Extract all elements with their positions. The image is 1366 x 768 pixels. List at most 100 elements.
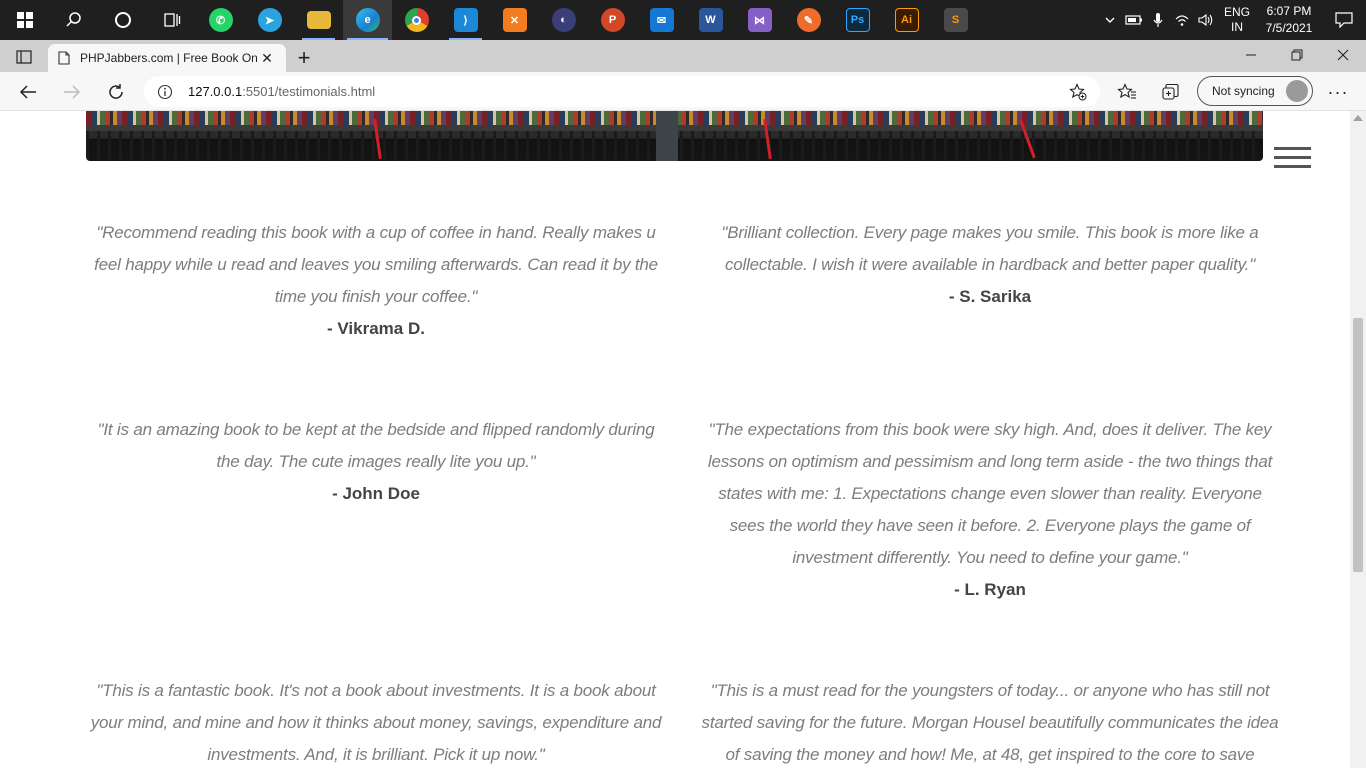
taskbar-postman[interactable]: ✎ (784, 0, 833, 40)
taskbar-whatsapp[interactable]: ✆ (196, 0, 245, 40)
hero-bookshelf-image (86, 111, 1263, 161)
add-favorite-icon[interactable] (1066, 80, 1090, 104)
close-window-button[interactable] (1320, 40, 1366, 70)
page-icon (58, 51, 70, 65)
taskbar-photoshop[interactable]: Ps (833, 0, 882, 40)
battery-icon[interactable] (1122, 0, 1146, 40)
tab-title: PHPJabbers.com | Free Book Online (80, 51, 258, 65)
taskbar-chrome[interactable] (392, 0, 441, 40)
testimonial-card: "This is a fantastic book. It's not a bo… (86, 675, 666, 768)
taskbar-eclipse[interactable]: ◐ (539, 0, 588, 40)
task-view-button[interactable] (147, 0, 196, 40)
refresh-icon (109, 84, 123, 99)
sublime-icon: S (943, 8, 968, 32)
tab-testimonials[interactable]: PHPJabbers.com | Free Book Online ✕ (48, 44, 286, 72)
minimize-button[interactable] (1228, 40, 1274, 70)
taskbar-file-explorer[interactable] (294, 0, 343, 40)
back-arrow-icon (19, 85, 36, 99)
taskbar-clock[interactable]: 6:07 PM 7/5/2021 (1256, 3, 1322, 37)
testimonial-quote: "This is a must read for the youngsters … (701, 681, 1279, 764)
testimonial-quote: "The expectations from this book were sk… (707, 420, 1273, 567)
photoshop-icon: Ps (845, 8, 870, 32)
input-language[interactable]: ENG IN (1218, 5, 1256, 35)
action-center-button[interactable] (1322, 0, 1366, 40)
collections-icon (1162, 83, 1179, 100)
taskbar-powerpoint[interactable]: P (588, 0, 637, 40)
testimonial-card: "This is a must read for the youngsters … (700, 675, 1280, 768)
avatar (1286, 80, 1308, 102)
taskbar-sublime[interactable]: S (931, 0, 980, 40)
settings-more-button[interactable]: ··· (1322, 76, 1354, 108)
taskbar-telegram[interactable]: ➤ (245, 0, 294, 40)
testimonial-card: "The expectations from this book were sk… (700, 414, 1280, 606)
visual-studio-icon: ⋈ (747, 8, 772, 32)
mail-icon: ✉ (649, 8, 674, 32)
browser-toolbar: 127.0.0.1:5501/testimonials.html Not syn… (0, 72, 1366, 111)
testimonial-author: - L. Ryan (954, 580, 1026, 599)
whatsapp-icon: ✆ (208, 8, 233, 32)
language-code: ENG (1223, 5, 1250, 19)
taskbar-visual-studio[interactable]: ⋈ (735, 0, 784, 40)
taskbar-vscode[interactable]: ⟩ (441, 0, 490, 40)
taskbar-word[interactable]: W (686, 0, 735, 40)
new-tab-button[interactable]: + (290, 44, 318, 72)
cortana-button[interactable] (98, 0, 147, 40)
taskbar-xampp[interactable]: ✕ (490, 0, 539, 40)
wifi-icon[interactable] (1170, 0, 1194, 40)
taskbar-edge[interactable]: e (343, 0, 392, 40)
close-icon (1337, 49, 1349, 61)
refresh-button[interactable] (100, 76, 132, 108)
powerpoint-icon: P (600, 8, 625, 32)
microphone-icon[interactable] (1146, 0, 1170, 40)
search-button[interactable] (49, 0, 98, 40)
clock-date: 7/5/2021 (1265, 21, 1313, 35)
testimonial-quote: "Brilliant collection. Every page makes … (721, 223, 1259, 274)
testimonial-author: - Vikrama D. (327, 319, 425, 338)
postman-icon: ✎ (796, 8, 821, 32)
search-icon (65, 12, 81, 27)
telegram-icon: ➤ (257, 8, 282, 32)
sync-status-label: Not syncing (1212, 84, 1275, 98)
address-url: 127.0.0.1:5501/testimonials.html (188, 84, 375, 99)
task-view-icon (163, 13, 180, 27)
browser-tab-strip: PHPJabbers.com | Free Book Online ✕ + (0, 40, 1366, 72)
url-host: 127.0.0.1 (188, 84, 243, 99)
testimonial-quote: "Recommend reading this book with a cup … (94, 223, 658, 306)
hero-shelf-post (656, 111, 678, 161)
taskbar-mail[interactable]: ✉ (637, 0, 686, 40)
volume-icon[interactable] (1194, 0, 1218, 40)
url-path: :5501/testimonials.html (242, 84, 376, 99)
windows-taskbar: ✆ ➤ e ⟩ ✕ ◐ P ✉ W ⋈ ✎ Ps Ai S ENG IN 6:0… (0, 0, 1366, 40)
vertical-scrollbar[interactable] (1350, 111, 1366, 768)
restore-button[interactable] (1274, 40, 1320, 70)
language-region: IN (1231, 20, 1243, 34)
collections-button[interactable] (1155, 76, 1187, 108)
testimonial-author: - John Doe (332, 484, 420, 503)
file-explorer-icon (306, 11, 331, 29)
back-button[interactable] (12, 76, 44, 108)
forward-arrow-icon (64, 85, 81, 99)
favorites-button[interactable] (1111, 76, 1143, 108)
word-icon: W (698, 8, 723, 32)
scrollbar-thumb[interactable] (1353, 318, 1363, 572)
profile-sync-button[interactable]: Not syncing (1197, 76, 1313, 106)
eclipse-icon: ◐ (551, 8, 576, 32)
chevron-up-icon[interactable] (1098, 0, 1122, 40)
chrome-icon (404, 8, 429, 32)
cortana-icon (114, 12, 131, 28)
menu-icon[interactable] (1274, 147, 1311, 169)
vscode-icon: ⟩ (453, 8, 478, 32)
edge-icon: e (355, 8, 380, 32)
taskbar-illustrator[interactable]: Ai (882, 0, 931, 40)
start-button[interactable] (0, 0, 49, 40)
site-info-icon[interactable] (154, 81, 176, 103)
tab-close-icon[interactable]: ✕ (258, 50, 276, 67)
windows-logo-icon (16, 12, 33, 28)
address-bar[interactable]: 127.0.0.1:5501/testimonials.html (144, 76, 1100, 107)
xampp-icon: ✕ (502, 8, 527, 32)
forward-button[interactable] (56, 76, 88, 108)
testimonial-quote: "It is an amazing book to be kept at the… (97, 420, 655, 471)
tab-actions-button[interactable] (8, 46, 40, 68)
system-tray: ENG IN 6:07 PM 7/5/2021 (1098, 0, 1366, 40)
scroll-up-arrow-icon[interactable] (1353, 115, 1363, 121)
